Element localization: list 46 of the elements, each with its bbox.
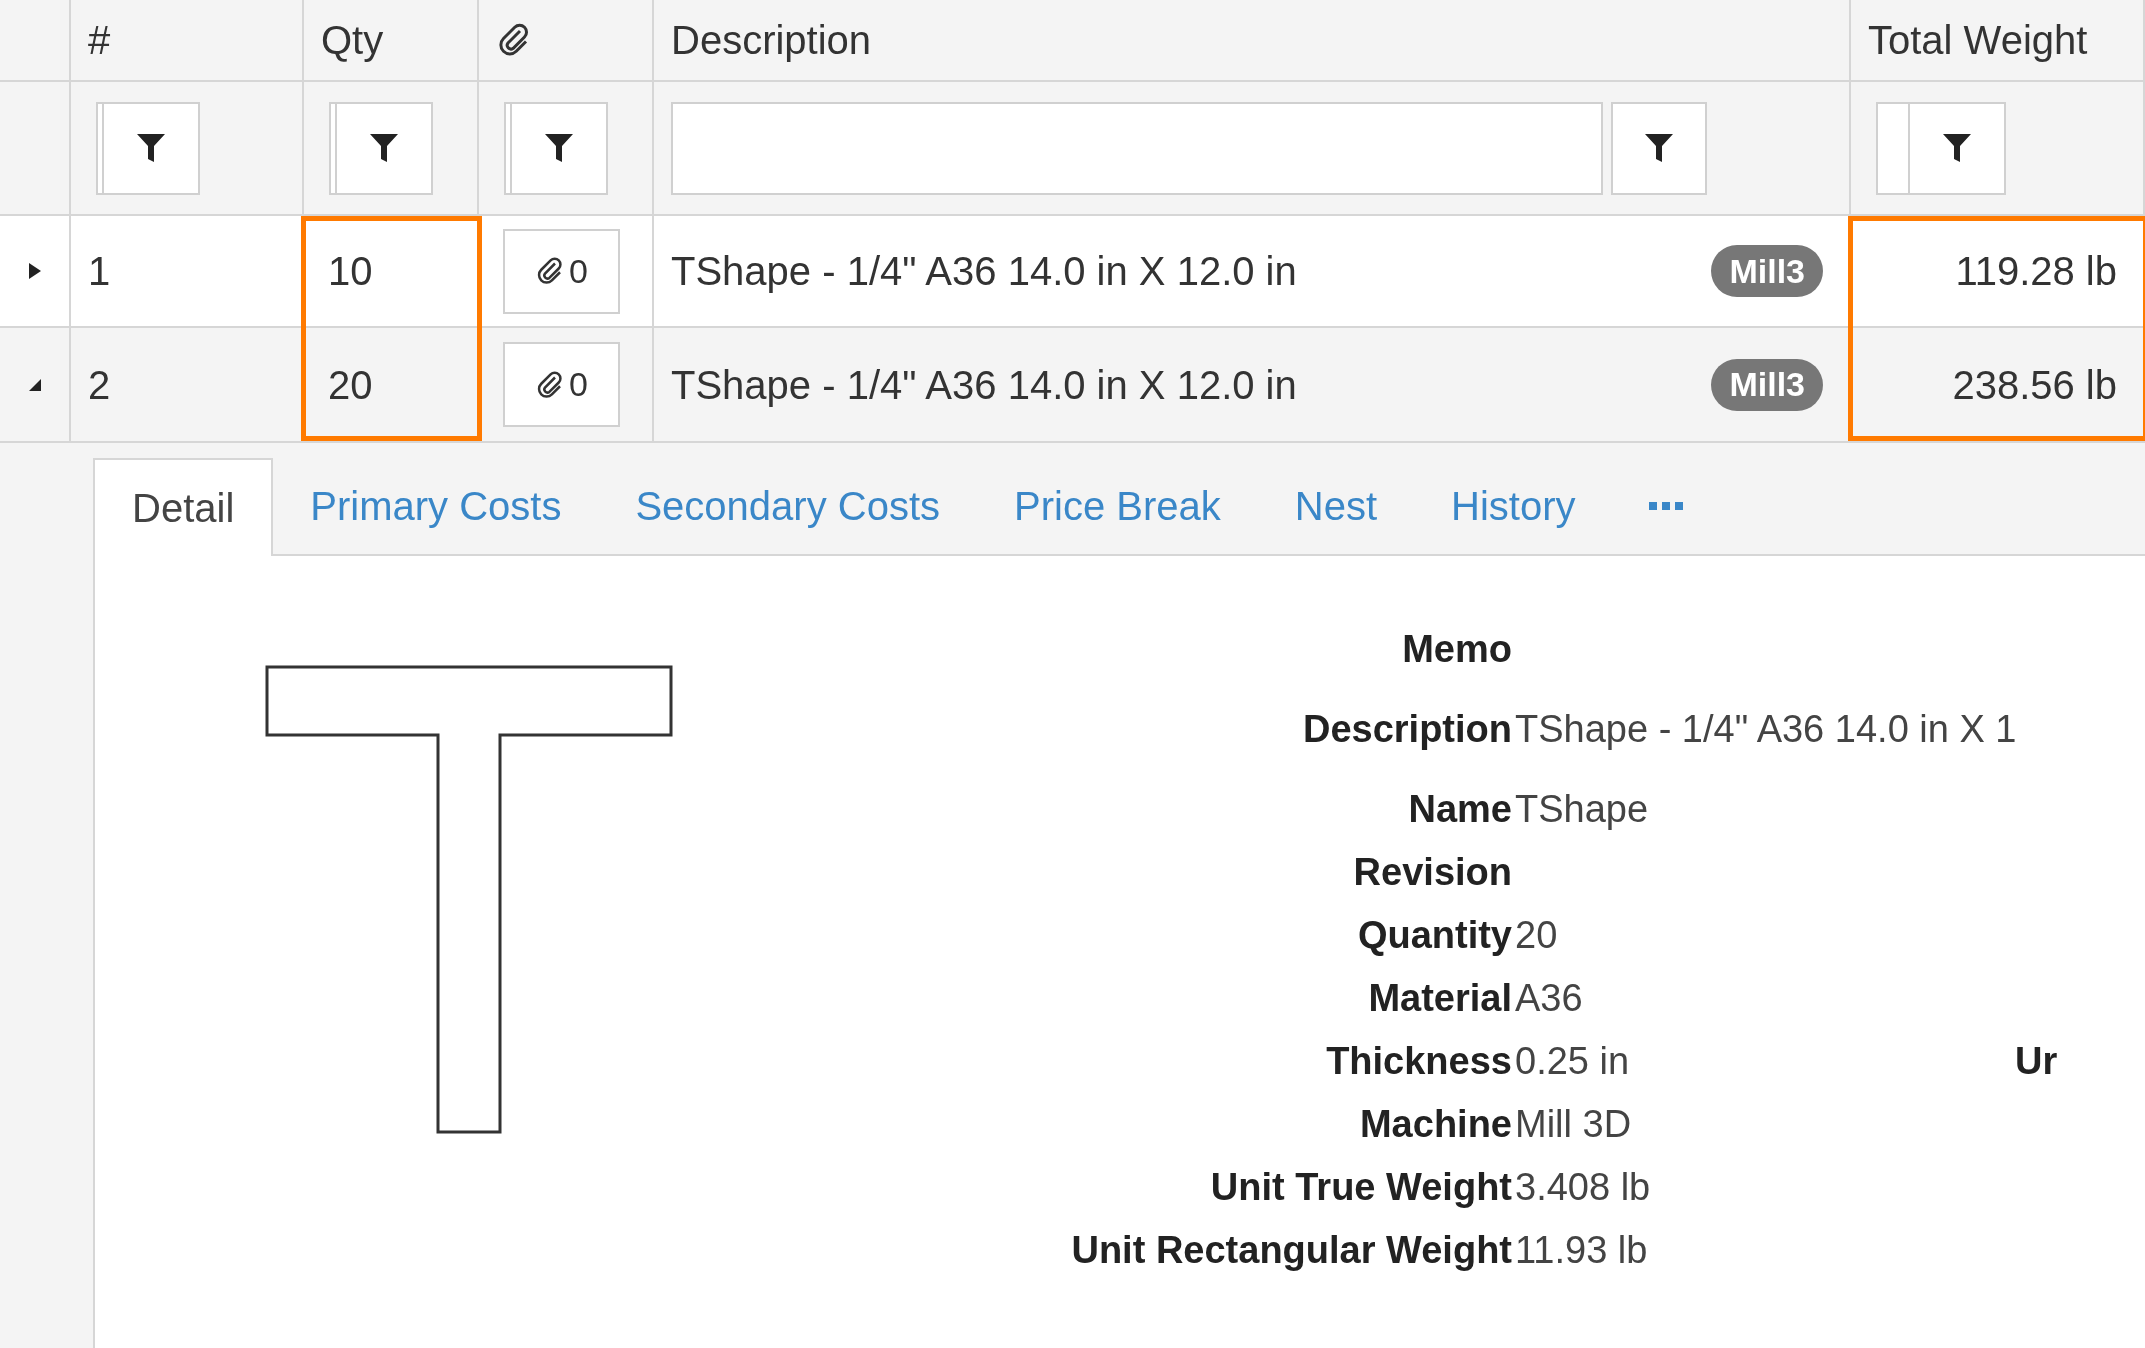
column-header[interactable]: #	[88, 10, 111, 70]
field-label: Memo	[1402, 627, 1512, 672]
field-value: TShape - 1/4" A36 14.0 in X 1	[1515, 707, 2015, 752]
machine-tag: Mill3	[1711, 245, 1823, 297]
column-header[interactable]: Qty	[321, 10, 384, 70]
field-value: 11.93 lb	[1515, 1228, 1648, 1273]
field-label: Machine	[1359, 1102, 1512, 1147]
filter-icon	[369, 132, 399, 164]
filter-input[interactable]	[671, 101, 1603, 195]
field-label: Name	[1408, 787, 1512, 832]
field-value: 20	[1515, 913, 1558, 958]
field-label: Material	[1368, 976, 1512, 1021]
table-cell-text: 238.56 lb	[1952, 361, 2117, 409]
attachments-button[interactable]: 0	[503, 342, 620, 427]
more-icon	[1649, 501, 1684, 511]
column-header[interactable]: Total Weight	[1868, 10, 2088, 70]
field-label: Unit True Weight	[1210, 1165, 1512, 1210]
table-cell-text: 1	[88, 248, 111, 295]
expand-caret-icon[interactable]	[27, 262, 42, 280]
field-label: Revision	[1353, 850, 1512, 895]
tab[interactable]: Detail	[93, 458, 274, 556]
filter-icon	[1942, 132, 1972, 164]
field-label: Description	[1302, 707, 1512, 752]
collapse-caret-icon[interactable]	[27, 377, 42, 392]
field-value: A36	[1515, 976, 1583, 1021]
field-value: Mill 3D	[1515, 1102, 1632, 1147]
table-cell-text: 119.28 lb	[1955, 248, 2117, 295]
table-cell-text: TShape - 1/4" A36 14.0 in X 12.0 in	[671, 248, 1297, 295]
field-value: 3.408 lb	[1515, 1165, 1651, 1210]
filter-icon	[544, 132, 574, 164]
field-label: Quantity	[1357, 913, 1512, 958]
table-cell-text: TShape - 1/4" A36 14.0 in X 12.0 in	[671, 361, 1297, 409]
field-value: 0.25 in	[1515, 1039, 1630, 1084]
filter-icon	[1644, 132, 1674, 164]
attachments-button[interactable]: 0	[503, 228, 620, 314]
column-header[interactable]: Description	[671, 10, 872, 70]
field-value: TShape	[1515, 787, 1649, 832]
field-label: Ur	[2015, 1039, 2058, 1084]
table-cell-text: 20	[328, 361, 373, 409]
table-cell-text: 10	[328, 248, 373, 295]
filter-button[interactable]	[1611, 101, 1707, 195]
filter-icon	[136, 132, 166, 164]
field-label: Thickness	[1326, 1039, 1512, 1084]
field-label: Unit Rectangular Weight	[1071, 1228, 1512, 1273]
table-cell-text: 2	[88, 361, 111, 409]
machine-tag: Mill3	[1711, 358, 1823, 411]
